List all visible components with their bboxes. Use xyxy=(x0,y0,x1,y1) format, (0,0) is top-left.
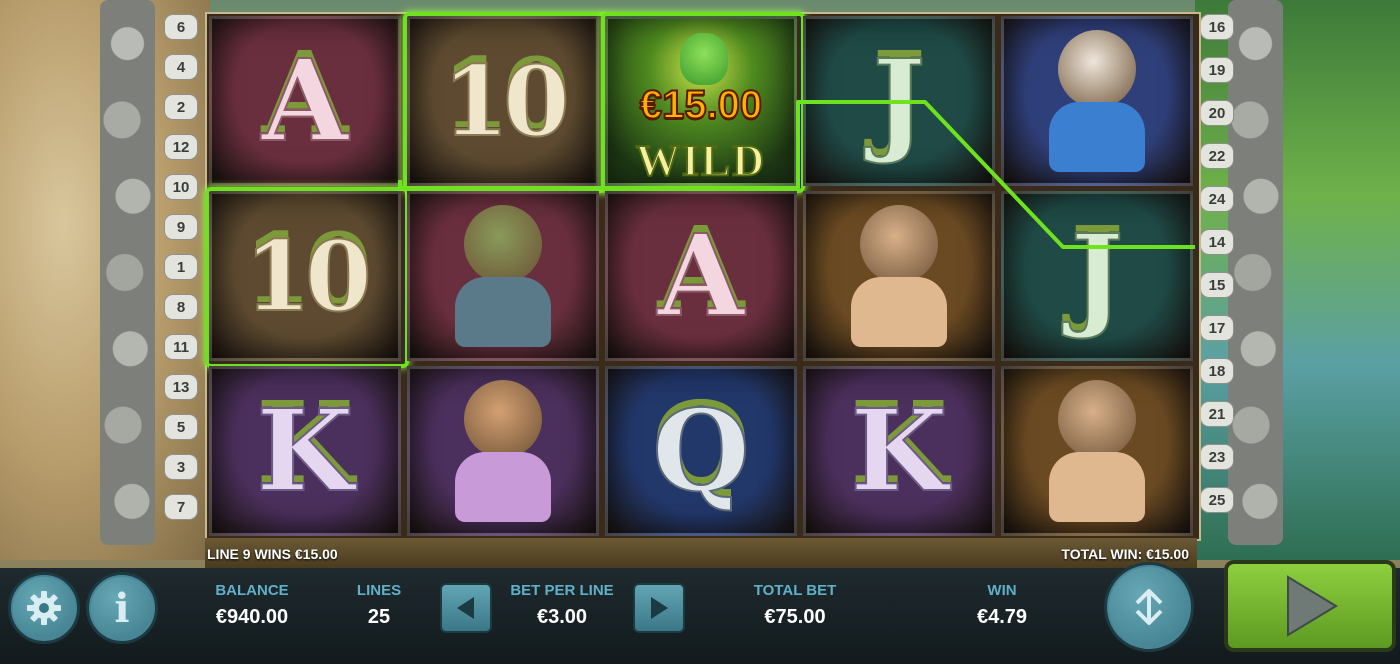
arrow-left-icon xyxy=(457,597,474,619)
win-label: WIN xyxy=(987,582,1017,599)
line-win-message: LINE 9 WINS €15.00 xyxy=(207,546,338,562)
play-icon xyxy=(1287,575,1338,637)
settings-button[interactable] xyxy=(8,572,80,644)
autoplay-arrows-icon xyxy=(1135,589,1163,625)
bet-decrease-button[interactable] xyxy=(440,583,492,633)
total-bet-label: TOTAL BET xyxy=(753,582,837,599)
balance-label: BALANCE xyxy=(215,582,289,599)
autoplay-button[interactable] xyxy=(1104,562,1194,652)
info-icon: i xyxy=(114,584,130,632)
bet-increase-button[interactable] xyxy=(633,583,685,633)
win-value: €4.79 xyxy=(976,606,1028,628)
win-info-strip: LINE 9 WINS €15.00 TOTAL WIN: €15.00 xyxy=(205,538,1197,568)
info-button[interactable]: i xyxy=(86,572,158,644)
bet-per-line-label: BET PER LINE xyxy=(510,582,614,599)
total-bet-value: €75.00 xyxy=(764,606,826,628)
bet-per-line-value: €3.00 xyxy=(536,606,588,628)
gear-icon xyxy=(27,591,61,625)
total-win-message: TOTAL WIN: €15.00 xyxy=(1061,546,1189,562)
arrow-right-icon xyxy=(651,597,668,619)
lines-value: 25 xyxy=(367,606,391,628)
spin-button[interactable] xyxy=(1224,560,1396,652)
balance-value: €940.00 xyxy=(215,606,289,628)
lines-label: LINES xyxy=(356,582,402,599)
